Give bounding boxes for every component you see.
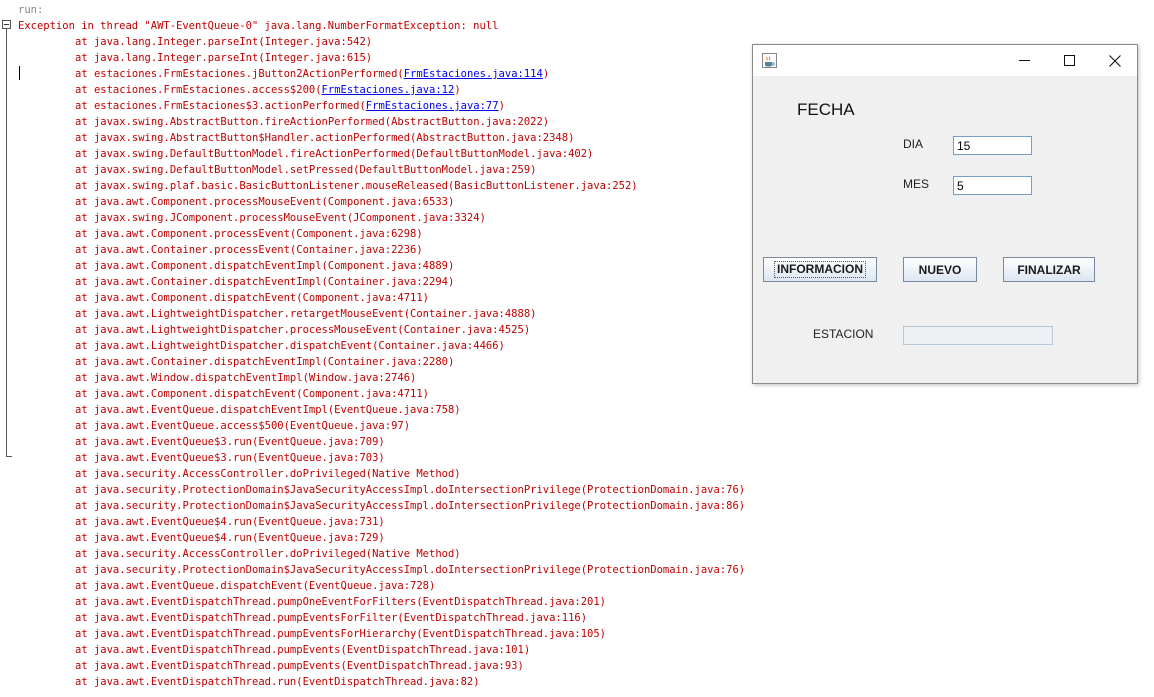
stack-frame-line: at javax.swing.JComponent.processMouseEv… <box>75 212 486 224</box>
stack-frame-line: at javax.swing.DefaultButtonModel.setPre… <box>75 164 537 176</box>
finalizar-button-label: FINALIZAR <box>1017 262 1081 277</box>
stack-frame-line: at javax.swing.AbstractButton$Handler.ac… <box>75 132 575 144</box>
stack-frame-line: at java.awt.Window.dispatchEventImpl(Win… <box>75 372 417 384</box>
stack-frame-line: at java.awt.Component.processMouseEvent(… <box>75 196 455 208</box>
stack-frame-line: at java.awt.EventQueue.dispatchEventImpl… <box>75 404 461 416</box>
stack-frame-text: ) <box>498 100 505 112</box>
stack-frame-line: at java.awt.LightweightDispatcher.retarg… <box>75 308 537 320</box>
stack-frame-line: at java.awt.Component.processEvent(Compo… <box>75 228 423 240</box>
stack-frame-line: at java.awt.EventDispatchThread.pumpOneE… <box>75 596 607 608</box>
stack-frame-line: at java.security.ProtectionDomain$JavaSe… <box>75 484 746 496</box>
source-link[interactable]: FrmEstaciones.java:114 <box>404 68 543 80</box>
stack-frame-line: at estaciones.FrmEstaciones$3.actionPerf… <box>75 98 505 114</box>
stack-frame-text: at estaciones.FrmEstaciones.access$200( <box>75 84 322 96</box>
source-link[interactable]: FrmEstaciones.java:12 <box>322 84 455 96</box>
maximize-icon <box>1064 55 1075 66</box>
estacion-label: ESTACION <box>813 327 874 341</box>
stack-frame-line: at javax.swing.DefaultButtonModel.fireAc… <box>75 148 594 160</box>
nuevo-button[interactable]: NUEVO <box>903 257 977 282</box>
stack-frame-line: at java.awt.EventDispatchThread.pumpEven… <box>75 644 531 656</box>
exception-message: Exception in thread "AWT-EventQueue-0" j… <box>18 20 499 32</box>
run-label: run: <box>18 4 44 16</box>
stack-frame-line: at java.security.AccessController.doPriv… <box>75 548 461 560</box>
stack-frame-text: at estaciones.FrmEstaciones$3.actionPerf… <box>75 100 366 112</box>
stack-frame-line: at javax.swing.plaf.basic.BasicButtonLis… <box>75 180 638 192</box>
app-window: FECHA DIA MES INFORMACION NUEVO FINALIZA… <box>752 44 1138 384</box>
stack-frame-line: at java.awt.EventQueue$3.run(EventQueue.… <box>75 452 385 464</box>
dia-label: DIA <box>903 137 924 151</box>
minimize-icon <box>1019 60 1030 61</box>
stack-frame-line: at java.security.AccessController.doPriv… <box>75 468 461 480</box>
stack-frame-line: at java.awt.EventQueue$4.run(EventQueue.… <box>75 532 385 544</box>
stack-frame-text: at estaciones.FrmEstaciones.jButton2Acti… <box>75 68 404 80</box>
java-coffee-cup-icon[interactable] <box>762 53 777 68</box>
mes-field[interactable] <box>953 176 1032 195</box>
minimize-button[interactable] <box>1002 45 1047 76</box>
stack-frame-line: at java.lang.Integer.parseInt(Integer.ja… <box>75 36 373 48</box>
stack-frame-line: at java.awt.Container.dispatchEventImpl(… <box>75 276 455 288</box>
stack-frame-line: at java.security.ProtectionDomain$JavaSe… <box>75 500 746 512</box>
stack-frame-line: at java.awt.EventQueue.dispatchEvent(Eve… <box>75 580 436 592</box>
stack-frame-line: at java.awt.EventDispatchThread.pumpEven… <box>75 628 607 640</box>
stack-frame-line: at java.awt.Container.dispatchEventImpl(… <box>75 356 455 368</box>
stack-frame-line: at java.awt.EventDispatchThread.run(Even… <box>75 676 480 688</box>
stack-frame-line: at java.awt.Container.processEvent(Conta… <box>75 244 423 256</box>
stack-frame-text: ) <box>542 68 550 80</box>
stack-frame-line: at java.security.ProtectionDomain$JavaSe… <box>75 564 746 576</box>
dia-field[interactable] <box>953 136 1032 155</box>
stack-frame-line: at java.awt.EventDispatchThread.pumpEven… <box>75 660 524 672</box>
stack-frame-line: at estaciones.FrmEstaciones.access$200(F… <box>75 82 461 98</box>
stack-frame-line: at java.awt.Component.dispatchEvent(Comp… <box>75 388 430 400</box>
stack-frame-line: at java.lang.Integer.parseInt(Integer.ja… <box>75 52 373 64</box>
finalizar-button[interactable]: FINALIZAR <box>1003 257 1095 282</box>
informacion-button[interactable]: INFORMACION <box>763 257 877 282</box>
stack-frame-line: at estaciones.FrmEstaciones.jButton2Acti… <box>75 66 549 82</box>
stack-frame-line: at java.awt.LightweightDispatcher.dispat… <box>75 340 505 352</box>
form-content: FECHA DIA MES INFORMACION NUEVO FINALIZA… <box>753 76 1137 383</box>
window-titlebar[interactable] <box>753 45 1137 76</box>
fecha-heading: FECHA <box>797 100 855 119</box>
stack-frame-line: at java.awt.Component.dispatchEvent(Comp… <box>75 292 430 304</box>
text-caret <box>19 66 20 80</box>
fold-guide-line <box>6 29 7 457</box>
source-link[interactable]: FrmEstaciones.java:77 <box>366 100 499 112</box>
maximize-button[interactable] <box>1047 45 1092 76</box>
stack-frame-line: at java.awt.EventDispatchThread.pumpEven… <box>75 612 588 624</box>
nuevo-button-label: NUEVO <box>918 262 962 277</box>
stack-frame-line: at java.awt.EventQueue$4.run(EventQueue.… <box>75 516 385 528</box>
stack-frame-line: at java.awt.EventQueue$3.run(EventQueue.… <box>75 436 385 448</box>
mes-label: MES <box>903 177 930 191</box>
fold-toggle-icon[interactable] <box>2 20 11 29</box>
stack-frame-line: at java.awt.Component.dispatchEventImpl(… <box>75 260 455 272</box>
stack-frame-line: at java.awt.LightweightDispatcher.proces… <box>75 324 531 336</box>
stack-frame-text: ) <box>454 84 461 96</box>
fold-guide-end <box>6 456 12 457</box>
informacion-button-label: INFORMACION <box>774 261 866 278</box>
close-icon <box>1108 54 1121 67</box>
stack-frame-line: at javax.swing.AbstractButton.fireAction… <box>75 116 550 128</box>
estacion-field <box>903 326 1053 345</box>
stack-frame-line: at java.awt.EventQueue.access$500(EventQ… <box>75 420 411 432</box>
close-button[interactable] <box>1092 45 1137 76</box>
